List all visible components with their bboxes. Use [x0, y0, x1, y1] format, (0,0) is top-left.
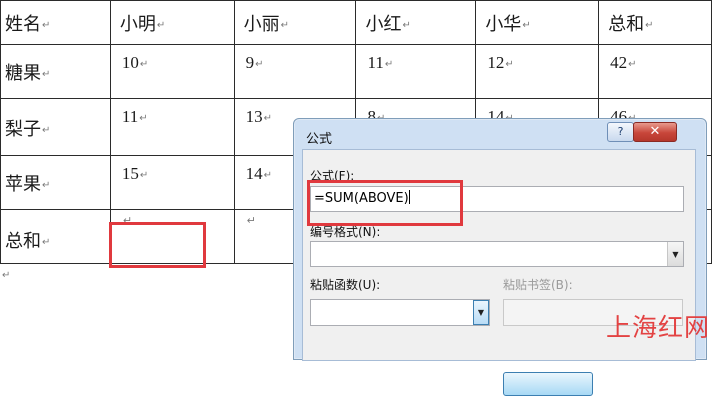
paste-function-label: 粘贴函数(U): [310, 278, 381, 292]
cell-value: 11 [121, 107, 139, 126]
row-name: 总和 [5, 231, 41, 252]
cell-value: 10 [121, 53, 139, 72]
number-format-dropdown[interactable]: ▼ [310, 241, 684, 267]
help-button[interactable]: ? [607, 122, 634, 142]
header-text: 小丽 [243, 14, 280, 35]
highlight-box-target-cell [109, 222, 206, 268]
watermark: 上海红网 [606, 313, 711, 342]
table-header-row: 姓名↵ 小明↵ 小丽↵ 小红↵ 小华↵ 总和↵ [0, 0, 712, 45]
table-header-cell[interactable]: 姓名↵ [0, 0, 111, 45]
row-name: 苹果 [5, 174, 41, 195]
paste-function-dropdown[interactable]: ▼ [310, 299, 490, 326]
table-cell[interactable]: 梨子↵ [0, 98, 111, 156]
close-icon: ✕ [649, 124, 661, 139]
ok-button[interactable] [503, 372, 593, 396]
cell-value: 9 [245, 53, 255, 72]
table-cell[interactable]: 总和↵ [0, 209, 111, 264]
table-row: 糖果↵ 10↵ 9↵ 11↵ 12↵ 42↵ [0, 44, 712, 99]
table-header-cell[interactable]: 小明↵ [109, 0, 235, 45]
paste-bookmark-label: 粘贴书签(B): [503, 278, 573, 292]
header-text: 总和 [608, 14, 645, 35]
table-cell[interactable]: 9↵ [233, 44, 357, 99]
table-header-cell[interactable]: 总和↵ [598, 0, 712, 45]
cell-value: 15 [121, 164, 139, 183]
table-cell[interactable]: 11↵ [355, 44, 477, 99]
table-cell[interactable]: 苹果↵ [0, 155, 111, 210]
chevron-down-icon[interactable]: ▼ [667, 242, 683, 266]
cell-value: 42 [610, 53, 628, 72]
row-name: 梨子 [5, 119, 41, 140]
table-cell[interactable]: 糖果↵ [0, 44, 111, 99]
table-cell[interactable]: 15↵ [109, 155, 235, 210]
cell-value: 11 [367, 53, 384, 72]
table-cell[interactable]: 42↵ [598, 44, 712, 99]
paragraph-mark: ↵ [246, 214, 256, 227]
header-text: 小华 [485, 14, 522, 35]
table-cell[interactable]: 12↵ [475, 44, 600, 99]
header-text: 小明 [119, 14, 156, 35]
table-header-cell[interactable]: 小红↵ [355, 0, 477, 45]
table-cell[interactable]: 10↵ [109, 44, 235, 99]
dialog-title: 公式 [306, 132, 333, 147]
header-text: 姓名 [5, 14, 41, 35]
cell-value: 13 [245, 107, 263, 126]
table-cell[interactable]: 11↵ [109, 98, 235, 156]
table-header-cell[interactable]: 小丽↵ [233, 0, 357, 45]
table-header-cell[interactable]: 小华↵ [475, 0, 600, 45]
header-text: 小红 [365, 14, 402, 35]
cell-value: 12 [487, 53, 505, 72]
highlight-box-formula [307, 180, 463, 226]
chevron-down-icon[interactable]: ▼ [473, 300, 489, 325]
paragraph-mark: ↵ [2, 270, 11, 281]
cell-value: 14 [245, 164, 263, 183]
row-name: 糖果 [5, 63, 41, 84]
close-button[interactable]: ✕ [633, 122, 677, 142]
